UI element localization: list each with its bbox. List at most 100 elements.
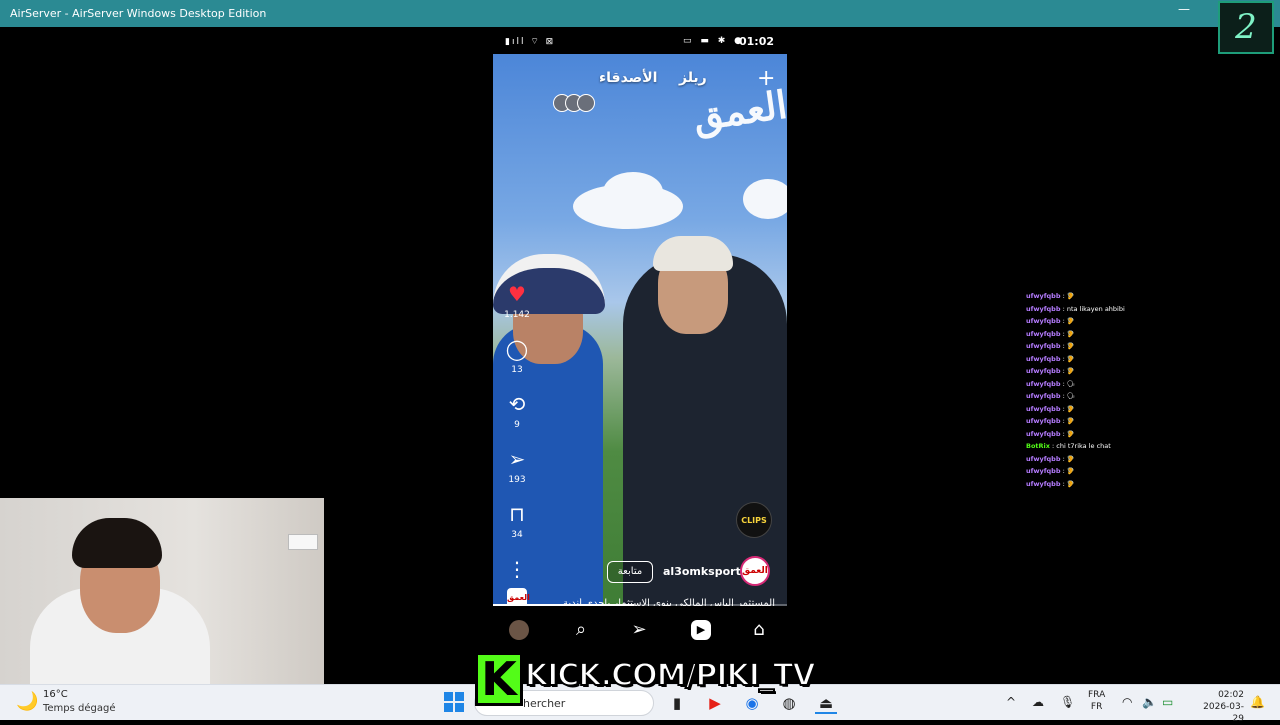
battery-icon[interactable]: ▭	[1162, 695, 1173, 709]
action-count: 1.142	[504, 310, 530, 320]
chat-username[interactable]: ufwyfqbb	[1026, 330, 1060, 338]
taskbar-search-label: hercher	[523, 697, 566, 710]
chrome-icon[interactable]: ◉	[741, 692, 763, 714]
reel-video[interactable]: الأصدقاء ريلز + العمق ♥ 1.142 ◯ 13 ⟲ 9 ➢ 193 ⊓ 34…	[493, 54, 787, 606]
youtube-icon[interactable]: ▶	[704, 692, 726, 714]
chat-username[interactable]: ufwyfqbb	[1026, 455, 1060, 463]
volume-icon[interactable]: 🔈	[1142, 695, 1157, 709]
video-person-right-cap	[653, 236, 733, 271]
kick-url-text: KICK.COM/PIKI_TV	[524, 657, 817, 694]
chat-text: : 🦻	[1062, 329, 1075, 338]
channel-watermark: العمق	[690, 81, 787, 140]
heart-action[interactable]: ♥ 1.142	[501, 282, 533, 320]
action-count: 13	[511, 365, 523, 375]
comment-action[interactable]: ◯ 13	[501, 337, 533, 375]
chat-message: ufwyfqbb : 🦻	[1026, 330, 1075, 338]
chat-text: : 🦻	[1062, 467, 1075, 475]
windows-start-icon[interactable]	[444, 692, 464, 712]
chat-message: ufwyfqbb : 🦻	[1026, 430, 1075, 438]
webcam-overlay	[0, 498, 324, 688]
chat-username[interactable]: ufwyfqbb	[1026, 367, 1060, 375]
action-count: 34	[511, 530, 523, 540]
wall-outlet	[288, 534, 318, 550]
wifi-icon[interactable]: ◠	[1122, 695, 1132, 709]
chat-username[interactable]: ufwyfqbb	[1026, 405, 1060, 413]
chat-username[interactable]: ufwyfqbb	[1026, 292, 1060, 300]
search-icon[interactable]: ⌕	[567, 616, 595, 644]
reel-profile-avatar[interactable]: العمق	[740, 556, 770, 586]
chat-text: : chi t7rika le chat	[1052, 442, 1111, 450]
chat-message: ufwyfqbb : 🗣	[1026, 392, 1075, 400]
bookmark-action[interactable]: ⊓ 34	[501, 502, 533, 540]
chat-text: : 🗣	[1062, 379, 1076, 388]
chat-message: ufwyfqbb : 🦻	[1026, 417, 1075, 425]
chat-message: ufwyfqbb : 🦻	[1026, 292, 1075, 300]
language-indicator[interactable]: FRA FR	[1088, 689, 1105, 713]
chat-username[interactable]: ufwyfqbb	[1026, 467, 1060, 475]
chat-username[interactable]: ufwyfqbb	[1026, 392, 1060, 400]
chat-username[interactable]: ufwyfqbb	[1026, 417, 1060, 425]
chat-text: : nta likayen ahbibi	[1062, 304, 1125, 313]
chat-message: ufwyfqbb : 🦻	[1026, 367, 1075, 375]
heart-icon[interactable]: ♥	[501, 282, 533, 306]
chat-text: : 🦻	[1062, 404, 1075, 413]
reel-username[interactable]: al3omksport	[663, 565, 741, 578]
chat-username[interactable]: ufwyfqbb	[1026, 480, 1060, 488]
chat-text: : 🗣	[1062, 392, 1076, 400]
chat-text: : 🦻	[1062, 429, 1075, 438]
tab-reels[interactable]: ريلز	[679, 70, 707, 86]
chat-username[interactable]: ufwyfqbb	[1026, 317, 1060, 325]
comment-icon[interactable]: ◯	[501, 337, 533, 361]
profile-avatar-icon[interactable]	[509, 620, 529, 640]
language-code: FRA	[1088, 690, 1106, 700]
keyboard-layout: FR	[1090, 702, 1103, 712]
chat-username[interactable]: ufwyfqbb	[1026, 342, 1060, 350]
friends-avatars[interactable]	[553, 94, 595, 112]
bookmark-icon[interactable]: ⊓	[501, 502, 533, 526]
chat-text: : 🦻	[1062, 354, 1075, 363]
weather-temperature[interactable]: 16°C	[43, 689, 68, 700]
chevron-up-icon[interactable]: ^	[1006, 695, 1016, 709]
more-action[interactable]: ⋮	[501, 557, 533, 585]
chat-text: : 🦻	[1062, 417, 1075, 425]
home-icon[interactable]: ⌂	[745, 616, 773, 644]
repost-icon[interactable]: ⟲	[501, 392, 533, 416]
window-title: AirServer - AirServer Windows Desktop Ed…	[10, 7, 267, 20]
chat-username[interactable]: ufwyfqbb	[1026, 430, 1060, 438]
more-icon[interactable]: ⋮	[501, 557, 533, 581]
webcam-person-hair	[72, 518, 162, 568]
chat-text: : 🦻	[1062, 292, 1075, 300]
reels-icon[interactable]: ▶	[691, 620, 711, 640]
share-icon[interactable]: ➢	[501, 447, 533, 471]
chat-message: ufwyfqbb : 🦻	[1026, 342, 1075, 350]
direct-message-icon[interactable]: ➢	[625, 616, 653, 644]
tab-friends[interactable]: الأصدقاء	[599, 70, 657, 86]
chat-message: ufwyfqbb : 🦻	[1026, 317, 1075, 325]
follow-button[interactable]: متابعة	[607, 561, 653, 583]
chat-username[interactable]: ufwyfqbb	[1026, 305, 1060, 313]
chat-username[interactable]: ufwyfqbb	[1026, 380, 1060, 388]
file-app-icon[interactable]: ▮	[666, 692, 688, 714]
weather-description[interactable]: Temps dégagé	[43, 703, 116, 714]
status-left-icons: ▮ıll ⌔ ⊠	[505, 37, 556, 47]
obs-icon[interactable]: ◍	[778, 692, 800, 714]
chat-username[interactable]: BotRix	[1026, 442, 1050, 450]
repost-action[interactable]: ⟲ 9	[501, 392, 533, 430]
chat-username[interactable]: ufwyfqbb	[1026, 355, 1060, 363]
minimize-button[interactable]: —	[1178, 2, 1190, 16]
chat-message: ufwyfqbb : 🦻	[1026, 405, 1075, 413]
microphone-icon[interactable]: 🎙	[1060, 695, 1075, 709]
chat-text: : 🦻	[1062, 454, 1075, 463]
share-action[interactable]: ➢ 193	[501, 447, 533, 485]
status-time: 01:02	[738, 35, 774, 48]
clock-date: 2026-03-29	[1203, 702, 1244, 724]
clips-badge[interactable]: CLIPS	[736, 502, 772, 538]
chat-text: : 🦻	[1062, 367, 1075, 375]
status-right-icons: ▭ ▬ ✱ ●	[683, 36, 745, 46]
action-count: 9	[514, 420, 520, 430]
airserver-icon[interactable]: ⏏	[815, 692, 837, 714]
onedrive-icon[interactable]: ☁	[1032, 695, 1044, 709]
notification-bell-icon[interactable]: 🔔	[1250, 695, 1265, 709]
chat-message: ufwyfqbb : 🦻	[1026, 480, 1075, 488]
moon-icon[interactable]: 🌙	[16, 691, 38, 712]
